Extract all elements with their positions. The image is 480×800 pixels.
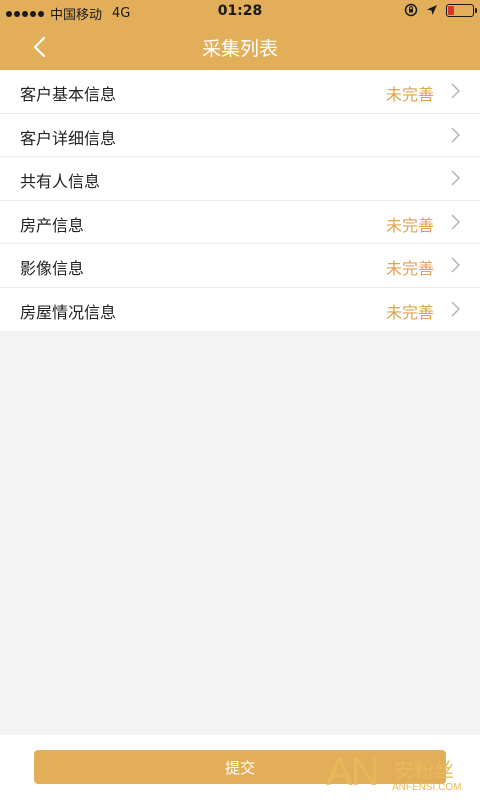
page-title: 采集列表	[201, 38, 278, 60]
list-item[interactable]: 房屋情况信息 未完善	[0, 288, 480, 332]
watermark-cn-text: 安粉丝	[394, 758, 454, 782]
status-badge: 未完善	[385, 215, 434, 235]
list-item[interactable]: 影像信息 未完善	[0, 244, 480, 288]
watermark-logo-mark: AN	[326, 750, 380, 794]
collection-list: 客户基本信息 未完善 客户详细信息 共有人信息 房产信息 未完善 影像信息 未完…	[0, 70, 480, 331]
list-item-label: 客户详细信息	[20, 128, 117, 148]
list-item[interactable]: 客户详细信息	[0, 114, 480, 157]
status-badge: 未完善	[385, 259, 434, 278]
nav-bar: 采集列表	[0, 24, 480, 70]
watermark-logo: AN 安粉丝 ANFENSI.COM	[326, 750, 476, 798]
list-item[interactable]: 房产信息 未完善	[0, 201, 480, 244]
list-item-label: 房产信息	[20, 215, 85, 235]
status-right	[404, 3, 477, 17]
list-item-label: 客户基本信息	[20, 85, 117, 104]
chevron-right-icon	[451, 126, 461, 143]
submit-button-label: 提交	[224, 758, 255, 777]
chevron-right-icon	[451, 213, 461, 230]
orientation-lock-icon	[404, 3, 418, 17]
location-arrow-icon	[427, 5, 437, 15]
battery-icon	[446, 3, 477, 17]
list-item-label: 房屋情况信息	[20, 302, 117, 322]
chevron-right-icon	[451, 170, 461, 186]
status-badge: 未完善	[385, 302, 434, 322]
list-item[interactable]: 客户基本信息 未完善	[0, 70, 480, 114]
watermark-en-text: ANFENSI.COM	[392, 782, 462, 793]
chevron-right-icon	[451, 83, 461, 99]
chevron-right-icon	[451, 257, 461, 273]
status-bar: 中国移动 4G 01:28	[0, 0, 480, 24]
status-badge: 未完善	[385, 85, 434, 104]
list-item[interactable]: 共有人信息	[0, 157, 480, 201]
list-item-label: 影像信息	[20, 259, 85, 278]
list-item-label: 共有人信息	[20, 172, 101, 191]
chevron-right-icon	[451, 300, 461, 317]
